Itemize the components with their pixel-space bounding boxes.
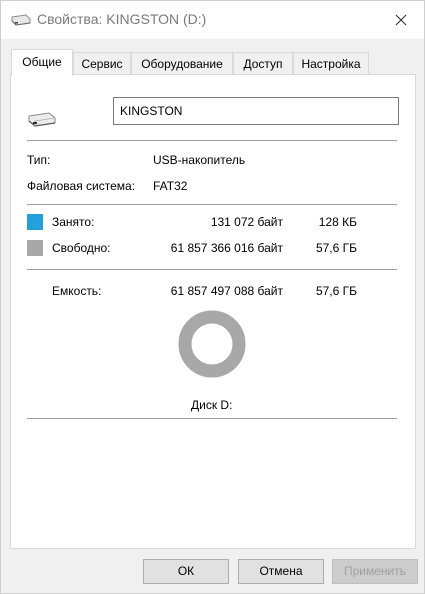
divider [27, 418, 397, 419]
free-space-bytes: 61 857 366 016 байт [170, 241, 283, 255]
tab-general[interactable]: Общие [11, 49, 73, 76]
free-space-label: Свободно: [52, 241, 111, 255]
tab-hardware[interactable]: Оборудование [131, 52, 233, 74]
properties-window: Свойства: KINGSTON (D:) Общие Сервис Обо… [0, 0, 425, 594]
divider [27, 269, 397, 270]
close-button[interactable] [378, 1, 424, 39]
ok-button[interactable]: ОК [143, 559, 229, 584]
apply-button[interactable]: Применить [332, 559, 418, 584]
cancel-button[interactable]: Отмена [238, 559, 324, 584]
disk-usage-donut [178, 310, 246, 378]
used-space-size: 128 КБ [318, 215, 357, 229]
file-system-label: Файловая система: [27, 179, 136, 193]
tab-customize[interactable]: Настройка [293, 52, 369, 74]
usb-drive-icon [28, 112, 56, 127]
free-space-swatch [27, 240, 43, 256]
free-space-ring [178, 310, 246, 378]
disk-label: Диск D: [191, 398, 233, 412]
type-value: USB-накопитель [153, 153, 246, 167]
tab-tools[interactable]: Сервис [73, 52, 131, 74]
close-icon [395, 14, 407, 26]
usb-drive-icon [11, 14, 31, 26]
used-space-bytes: 131 072 байт [210, 215, 283, 229]
free-space-size: 57,6 ГБ [315, 241, 357, 255]
capacity-size: 57,6 ГБ [315, 284, 357, 298]
divider [27, 204, 397, 205]
divider [27, 140, 397, 141]
volume-name-input[interactable] [113, 97, 399, 125]
capacity-bytes: 61 857 497 088 байт [170, 284, 283, 298]
used-space-swatch [27, 214, 43, 230]
tab-sharing[interactable]: Доступ [233, 52, 293, 74]
file-system-value: FAT32 [153, 179, 188, 193]
title-bar[interactable]: Свойства: KINGSTON (D:) [1, 1, 424, 39]
type-label: Тип: [27, 153, 51, 167]
capacity-label: Емкость: [52, 284, 102, 298]
used-space-label: Занято: [52, 215, 95, 229]
window-title: Свойства: KINGSTON (D:) [37, 11, 207, 27]
